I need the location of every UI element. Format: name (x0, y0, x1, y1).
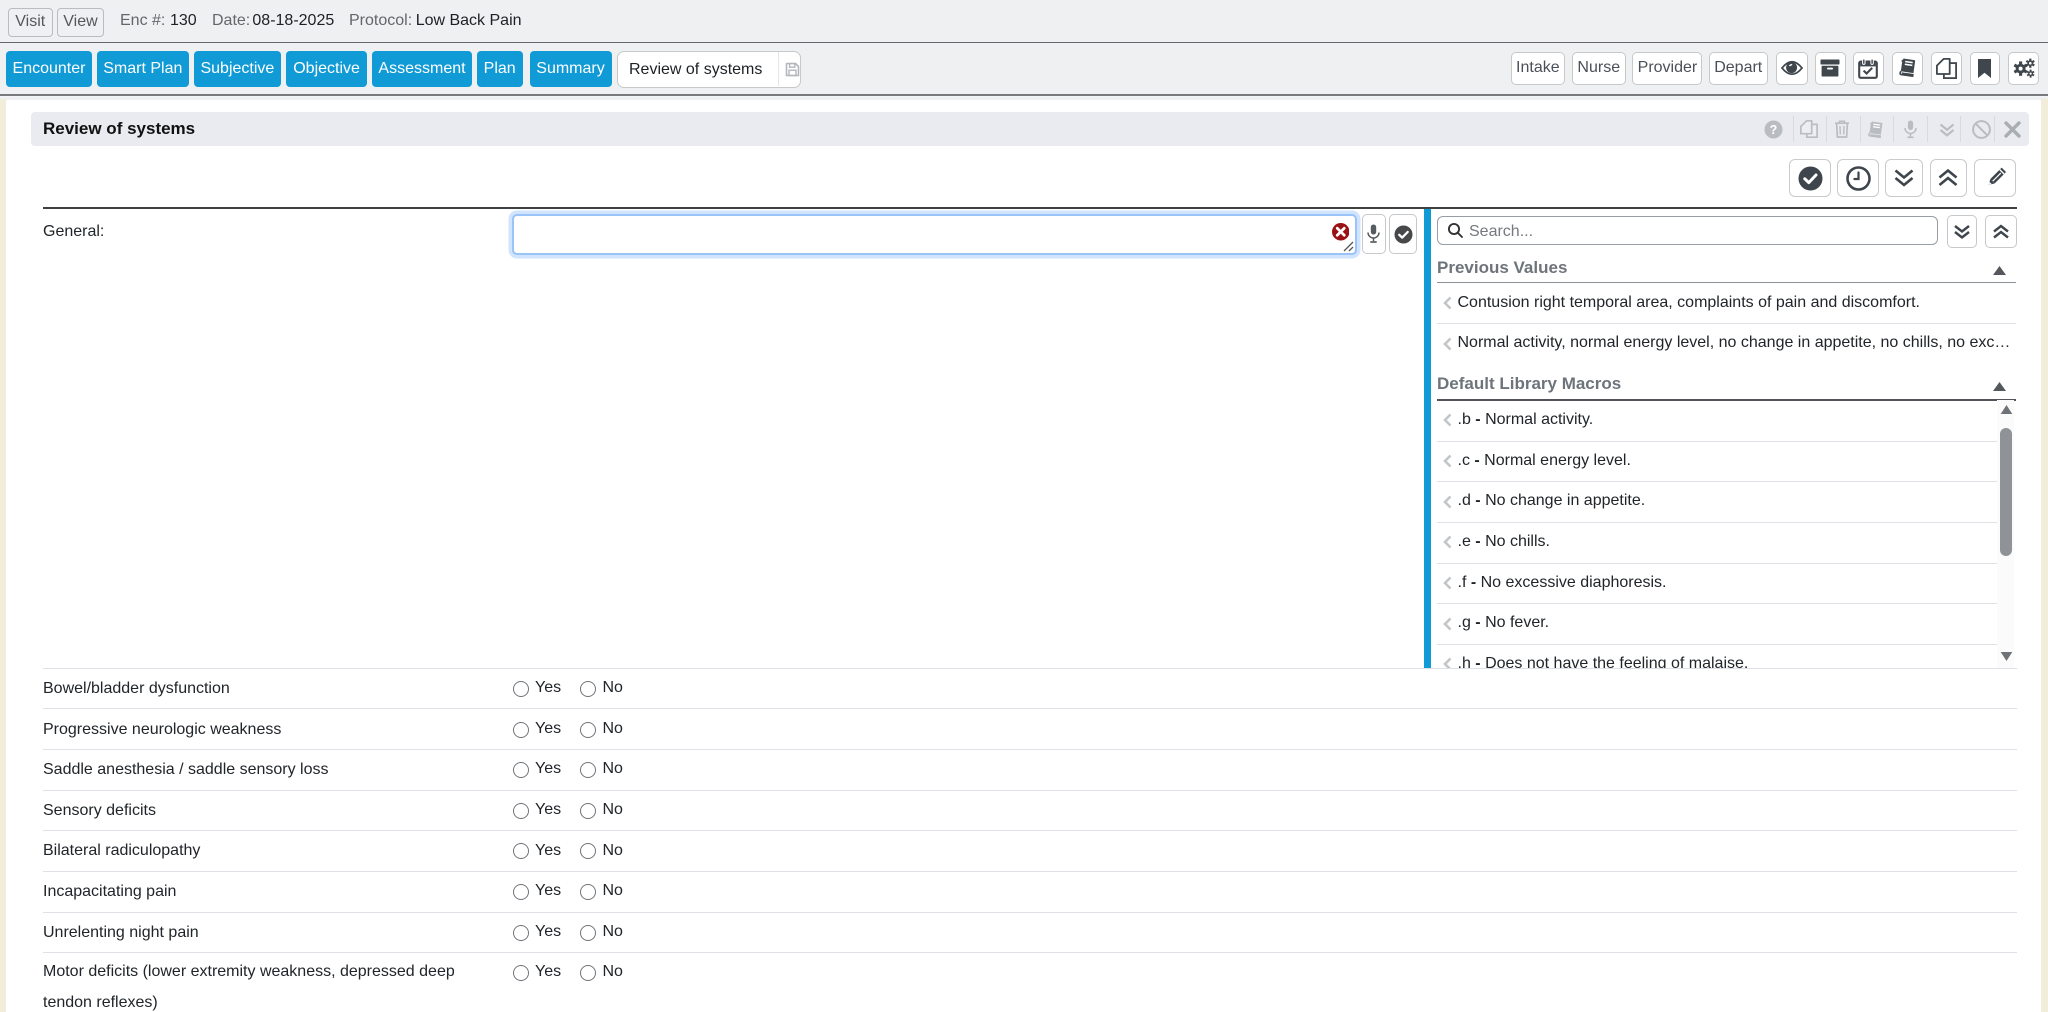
svg-text:?: ? (1770, 122, 1778, 136)
